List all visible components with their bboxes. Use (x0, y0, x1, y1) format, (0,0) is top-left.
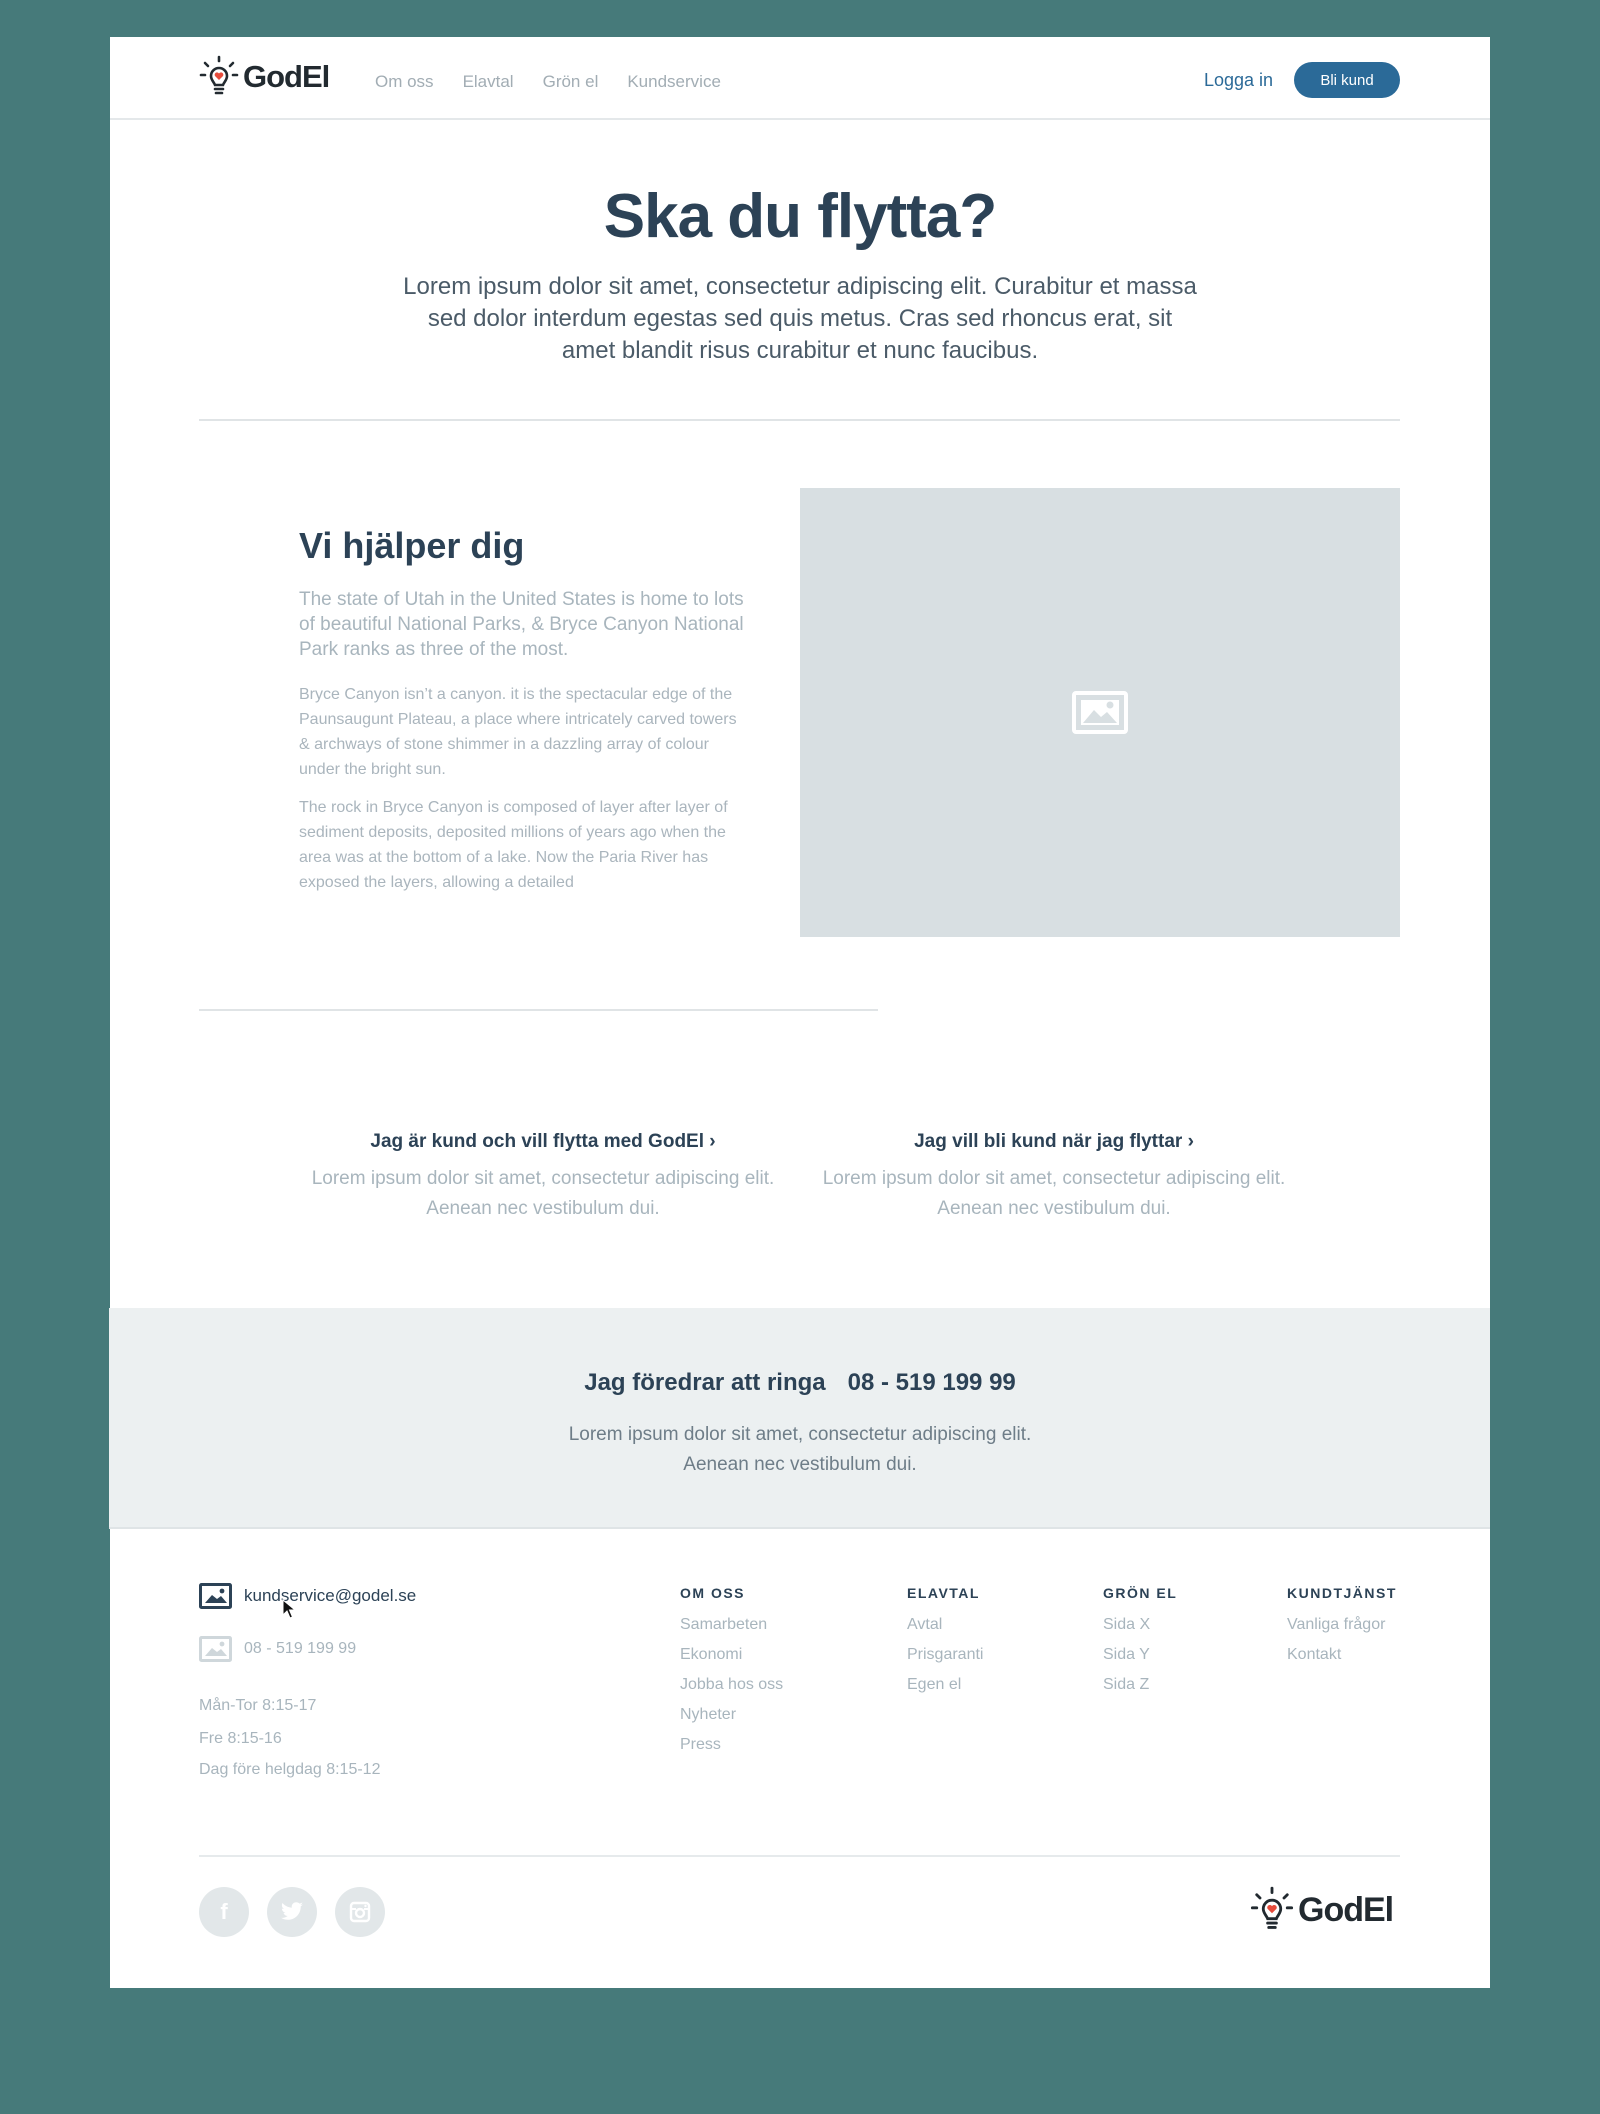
footer-link[interactable]: Samarbeten (680, 1610, 783, 1640)
opening-hours: Mån-Tor 8:15-17 (199, 1697, 317, 1714)
call-description: Lorem ipsum dolor sit amet, consectetur … (500, 1420, 1100, 1480)
footer-column-heading: GRÖN EL (1103, 1585, 1178, 1601)
footer-column-om-oss: OM OSS Samarbeten Ekonomi Jobba hos oss … (680, 1585, 783, 1760)
help-paragraph: The rock in Bryce Canyon is composed of … (299, 799, 728, 891)
footer-link[interactable]: Prisgaranti (907, 1640, 983, 1670)
page-title: Ska du flytta? (603, 182, 998, 251)
footer-column-elavtal: ELAVTAL Avtal Prisgaranti Egen el (907, 1585, 983, 1700)
chevron-right-icon: › (1187, 1131, 1194, 1152)
footer-column-heading: ELAVTAL (907, 1585, 980, 1601)
call-heading-text: Jag föredrar att ringa (584, 1369, 826, 1396)
option-title: Jag är kund och vill flytta med GodEl (370, 1131, 704, 1152)
option-existing-customer-link[interactable]: Jag är kund och vill flytta med GodEl › (370, 1131, 715, 1152)
twitter-icon[interactable] (267, 1887, 317, 1937)
page-card: GodEl Om oss Elavtal Grön el Kundservice… (109, 37, 1490, 1988)
footer-phone: 08 - 519 199 99 (244, 1640, 357, 1657)
facebook-icon[interactable]: f (199, 1887, 249, 1937)
footer-column-gron-el: GRÖN EL Sida X Sida Y Sida Z (1103, 1585, 1177, 1700)
footer-link[interactable]: Egen el (907, 1670, 983, 1700)
footer-email-link[interactable]: kundservice@godel.se (199, 1583, 416, 1609)
call-phone-number[interactable]: 08 - 519 199 99 (848, 1369, 1016, 1396)
login-link[interactable]: Logga in (1204, 70, 1273, 91)
divider (199, 419, 1400, 421)
site-header: GodEl Om oss Elavtal Grön el Kundservice… (110, 37, 1490, 120)
footer-link[interactable]: Vanliga frågor (1287, 1610, 1397, 1640)
divider (199, 1009, 878, 1011)
nav-item-om-oss[interactable]: Om oss (375, 72, 434, 92)
instagram-icon[interactable] (335, 1887, 385, 1937)
footer-link[interactable]: Jobba hos oss (680, 1670, 783, 1700)
option-description: Lorem ipsum dolor sit amet, consectetur … (311, 1168, 775, 1219)
option-description: Lorem ipsum dolor sit amet, consectetur … (822, 1168, 1286, 1219)
footer-link[interactable]: Ekonomi (680, 1640, 783, 1670)
footer-column-heading: OM OSS (680, 1585, 746, 1601)
option-new-customer-link[interactable]: Jag vill bli kund när jag flyttar › (914, 1131, 1194, 1152)
footer-link[interactable]: Kontakt (1287, 1640, 1397, 1670)
image-placeholder-icon (1072, 691, 1128, 734)
footer-column-kundtjanst: KUNDTJÄNST Vanliga frågor Kontakt (1287, 1585, 1397, 1670)
image-placeholder (800, 488, 1400, 937)
help-heading: Vi hjälper dig (299, 525, 525, 566)
nav-item-gron-el[interactable]: Grön el (543, 72, 599, 92)
help-paragraph: Bryce Canyon isn’t a canyon. it is the s… (299, 686, 737, 778)
mouse-cursor-icon (282, 1599, 296, 1619)
social-links: f (199, 1887, 403, 1937)
footer-link[interactable]: Press (680, 1730, 783, 1760)
hero-intro: Lorem ipsum dolor sit amet, consectetur … (403, 273, 1197, 364)
phone-image-icon (199, 1636, 232, 1662)
lightbulb-heart-icon (199, 55, 239, 95)
email-image-icon (199, 1583, 232, 1609)
option-title: Jag vill bli kund när jag flyttar (914, 1131, 1183, 1152)
footer-brand-logo[interactable]: GodEl (1250, 1886, 1394, 1934)
option-existing-customer: Jag är kund och vill flytta med GodEl › … (303, 1130, 783, 1224)
opening-hours: Dag före helgdag 8:15-12 (199, 1761, 381, 1778)
divider (199, 1855, 1400, 1857)
twitter-bird-icon (281, 1902, 303, 1920)
footer-email: kundservice@godel.se (244, 1586, 417, 1605)
footer-link[interactable]: Nyheter (680, 1700, 783, 1730)
lightbulb-heart-icon (1250, 1886, 1294, 1929)
brand-name: GodEl (243, 59, 330, 94)
call-section (109, 1308, 1490, 1529)
call-description-line: Lorem ipsum dolor sit amet, consectetur … (568, 1424, 1032, 1445)
main-nav: Om oss Elavtal Grön el Kundservice (375, 72, 750, 92)
become-customer-button[interactable]: Bli kund (1294, 62, 1400, 98)
brand-name: GodEl (1298, 1890, 1394, 1929)
footer-phone-link[interactable]: 08 - 519 199 99 (199, 1636, 356, 1662)
instagram-camera-icon (349, 1901, 371, 1923)
brand-logo[interactable]: GodEl (199, 55, 330, 99)
footer-link[interactable]: Sida X (1103, 1610, 1177, 1640)
call-heading: Jag föredrar att ringa 08 - 519 199 99 (110, 1369, 1490, 1397)
help-lead-text: The state of Utah in the United States i… (299, 589, 744, 660)
call-description-line: Aenean nec vestibulum dui. (683, 1454, 917, 1475)
opening-hours: Fre 8:15-16 (199, 1730, 282, 1747)
facebook-glyph: f (220, 1899, 228, 1924)
footer-link[interactable]: Sida Z (1103, 1670, 1177, 1700)
footer-column-heading: KUNDTJÄNST (1287, 1585, 1397, 1601)
chevron-right-icon: › (709, 1131, 716, 1152)
footer-link[interactable]: Sida Y (1103, 1640, 1177, 1670)
nav-item-kundservice[interactable]: Kundservice (627, 72, 721, 92)
option-new-customer: Jag vill bli kund när jag flyttar › Lore… (814, 1130, 1294, 1224)
nav-item-elavtal[interactable]: Elavtal (463, 72, 514, 92)
footer-link[interactable]: Avtal (907, 1610, 983, 1640)
